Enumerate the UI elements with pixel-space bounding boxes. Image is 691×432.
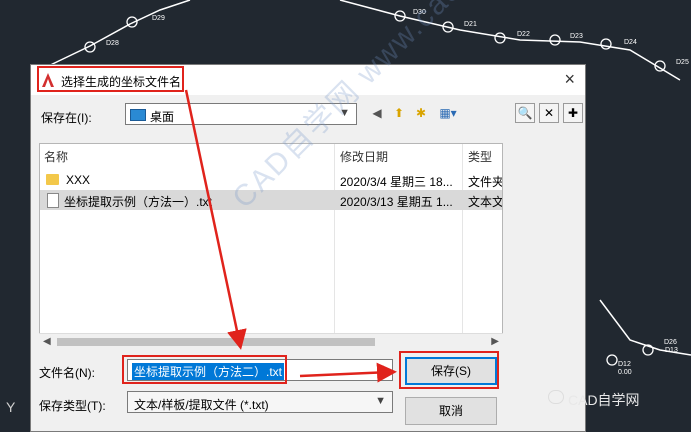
wechat-icon bbox=[548, 390, 564, 404]
column-header-type[interactable]: 类型 bbox=[468, 148, 492, 165]
cad-label: D23 bbox=[570, 33, 583, 40]
cad-label: D13 bbox=[665, 347, 678, 354]
scroll-right-icon[interactable]: ▶ bbox=[491, 336, 499, 347]
back-icon[interactable]: ◀ bbox=[367, 104, 387, 124]
new-folder-icon[interactable]: ✱ bbox=[411, 104, 431, 124]
cad-label: D28 bbox=[106, 40, 119, 47]
filename-label: 文件名(N): bbox=[39, 366, 95, 380]
horizontal-scrollbar[interactable]: ◀ ▶ bbox=[39, 333, 503, 351]
chevron-down-icon: ▼ bbox=[375, 395, 386, 407]
annotation-box-save bbox=[399, 351, 499, 389]
file-modified: 2020/3/4 星期三 18... bbox=[340, 175, 453, 189]
text-file-icon bbox=[47, 193, 59, 208]
file-name: 坐标提取示例（方法一）.txt bbox=[64, 195, 213, 209]
file-modified: 2020/3/13 星期五 1... bbox=[340, 195, 453, 209]
file-type: 文件夹 bbox=[468, 175, 502, 189]
cad-label: 0.00 bbox=[618, 369, 632, 376]
cad-label: D25 bbox=[676, 59, 689, 66]
chevron-down-icon[interactable]: ▼ bbox=[375, 363, 386, 375]
delete-icon[interactable]: ✕ bbox=[539, 103, 559, 123]
file-name: XXX bbox=[66, 173, 91, 187]
cad-label: D26 bbox=[664, 339, 677, 346]
column-header-name[interactable]: 名称 bbox=[44, 148, 68, 165]
close-button[interactable]: × bbox=[564, 69, 575, 90]
search-icon[interactable]: 🔍 bbox=[515, 103, 535, 123]
folder-icon bbox=[46, 174, 59, 185]
file-type: 文本文档 bbox=[468, 195, 502, 209]
view-menu-icon[interactable]: ▦▾ bbox=[435, 104, 461, 124]
svg-text:Y: Y bbox=[6, 399, 16, 415]
annotation-box-filename bbox=[122, 355, 287, 384]
tools-icon[interactable]: ✚ bbox=[563, 103, 583, 123]
cad-label: D29 bbox=[152, 15, 165, 22]
filetype-dropdown[interactable]: 文本/样板/提取文件 (*.txt) ▼ bbox=[127, 391, 393, 413]
cad-label: D24 bbox=[624, 39, 637, 46]
scrollbar-thumb[interactable] bbox=[57, 338, 375, 346]
brand-logo: CAD自学网 bbox=[548, 388, 688, 410]
up-folder-icon[interactable]: ⬆ bbox=[389, 104, 409, 124]
desktop-icon bbox=[130, 109, 146, 121]
cad-label: D22 bbox=[517, 31, 530, 38]
brand-name: CAD自学网 bbox=[568, 392, 640, 408]
save-in-value: 桌面 bbox=[150, 110, 175, 124]
annotation-box-title bbox=[37, 66, 184, 92]
column-header-modified[interactable]: 修改日期 bbox=[340, 148, 388, 165]
cad-label: D21 bbox=[464, 21, 477, 28]
filetype-value: 文本/样板/提取文件 (*.txt) bbox=[134, 398, 269, 412]
filetype-label: 保存类型(T): bbox=[39, 399, 106, 413]
cancel-button[interactable]: 取消 bbox=[405, 397, 497, 425]
save-in-label: 保存在(I): bbox=[41, 111, 92, 125]
cad-label: D12 bbox=[618, 361, 631, 368]
scroll-left-icon[interactable]: ◀ bbox=[43, 336, 51, 347]
